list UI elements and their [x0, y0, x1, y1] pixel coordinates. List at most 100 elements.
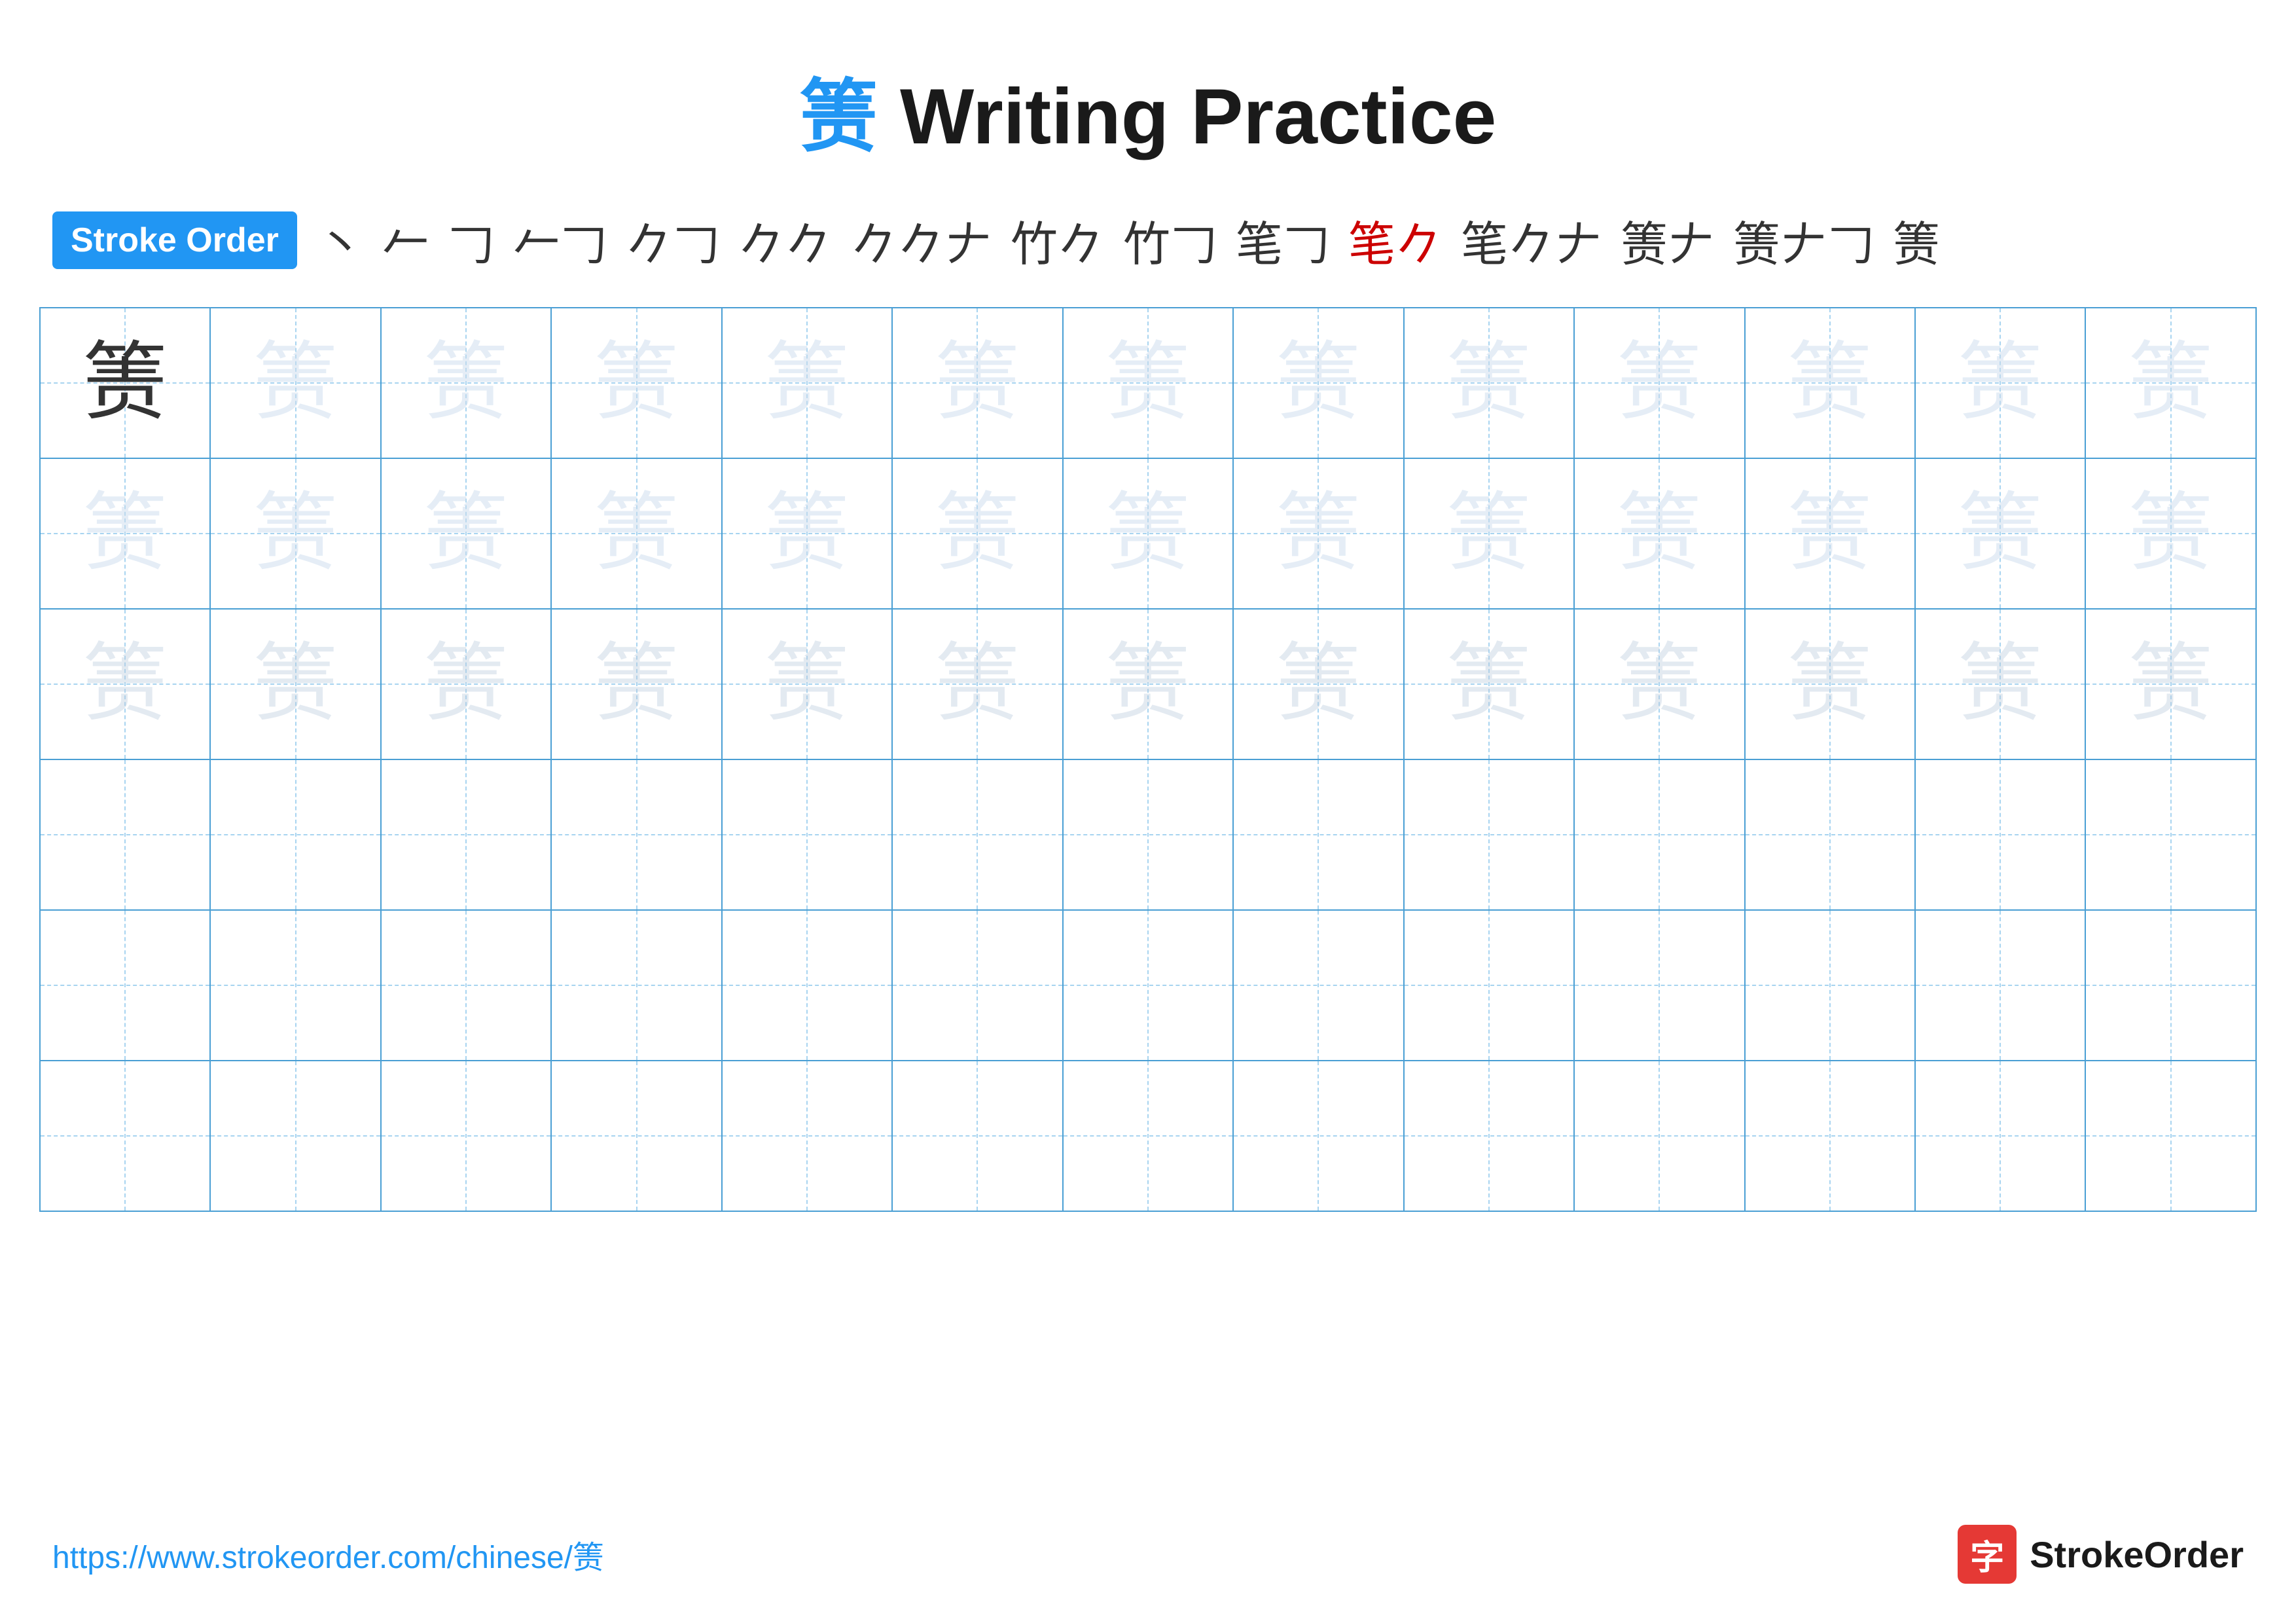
- cell-2-9[interactable]: 箦: [1404, 458, 1574, 609]
- stroke-5: 𠂊𠃌: [626, 206, 720, 274]
- empty-cell-4-9[interactable]: [1404, 759, 1574, 910]
- cell-3-6[interactable]: 箦: [892, 609, 1062, 759]
- cell-1-5[interactable]: 箦: [722, 308, 892, 458]
- char-light: 箦: [82, 491, 168, 576]
- cell-1-4[interactable]: 箦: [551, 308, 721, 458]
- empty-cell-5-4[interactable]: [551, 910, 721, 1061]
- cell-1-8[interactable]: 箦: [1233, 308, 1403, 458]
- cell-3-13[interactable]: 箦: [2085, 609, 2256, 759]
- char-light: 箦: [1105, 491, 1191, 576]
- cell-2-8[interactable]: 箦: [1233, 458, 1403, 609]
- empty-cell-5-10[interactable]: [1574, 910, 1744, 1061]
- empty-cell-4-11[interactable]: [1745, 759, 1915, 910]
- cell-3-3[interactable]: 箦: [381, 609, 551, 759]
- empty-cell-5-12[interactable]: [1915, 910, 2085, 1061]
- cell-1-9[interactable]: 箦: [1404, 308, 1574, 458]
- footer-url[interactable]: https://www.strokeorder.com/chinese/箦: [52, 1531, 604, 1577]
- practice-row-1: 箦 箦 箦 箦 箦 箦 箦 箦 箦 箦 箦 箦 箦: [40, 308, 2256, 458]
- empty-cell-5-7[interactable]: [1063, 910, 1233, 1061]
- empty-cell-6-4[interactable]: [551, 1061, 721, 1211]
- stroke-3: 𠃌: [448, 206, 495, 274]
- empty-cell-6-9[interactable]: [1404, 1061, 1574, 1211]
- empty-cell-4-5[interactable]: [722, 759, 892, 910]
- empty-cell-4-10[interactable]: [1574, 759, 1744, 910]
- cell-2-10[interactable]: 箦: [1574, 458, 1744, 609]
- empty-cell-6-1[interactable]: [40, 1061, 210, 1211]
- title-chinese-char: 箦: [800, 73, 878, 160]
- empty-cell-4-7[interactable]: [1063, 759, 1233, 910]
- cell-2-6[interactable]: 箦: [892, 458, 1062, 609]
- empty-cell-6-6[interactable]: [892, 1061, 1062, 1211]
- cell-1-1[interactable]: 箦: [40, 308, 210, 458]
- empty-cell-4-4[interactable]: [551, 759, 721, 910]
- cell-1-2[interactable]: 箦: [210, 308, 380, 458]
- cell-2-3[interactable]: 箦: [381, 458, 551, 609]
- empty-cell-6-5[interactable]: [722, 1061, 892, 1211]
- empty-cell-5-9[interactable]: [1404, 910, 1574, 1061]
- cell-2-4[interactable]: 箦: [551, 458, 721, 609]
- empty-cell-4-8[interactable]: [1233, 759, 1403, 910]
- cell-3-12[interactable]: 箦: [1915, 609, 2085, 759]
- empty-cell-4-1[interactable]: [40, 759, 210, 910]
- char-light: 箦: [1787, 491, 1873, 576]
- empty-cell-4-6[interactable]: [892, 759, 1062, 910]
- empty-cell-6-11[interactable]: [1745, 1061, 1915, 1211]
- cell-1-10[interactable]: 箦: [1574, 308, 1744, 458]
- page-title: 箦 Writing Practice: [0, 0, 2296, 192]
- empty-cell-5-8[interactable]: [1233, 910, 1403, 1061]
- cell-2-7[interactable]: 箦: [1063, 458, 1233, 609]
- cell-1-11[interactable]: 箦: [1745, 308, 1915, 458]
- empty-cell-6-7[interactable]: [1063, 1061, 1233, 1211]
- cell-1-7[interactable]: 箦: [1063, 308, 1233, 458]
- cell-3-7[interactable]: 箦: [1063, 609, 1233, 759]
- cell-1-13[interactable]: 箦: [2085, 308, 2256, 458]
- cell-2-11[interactable]: 箦: [1745, 458, 1915, 609]
- cell-2-1[interactable]: 箦: [40, 458, 210, 609]
- cell-3-10[interactable]: 箦: [1574, 609, 1744, 759]
- cell-2-2[interactable]: 箦: [210, 458, 380, 609]
- cell-1-12[interactable]: 箦: [1915, 308, 2085, 458]
- char-light: 箦: [423, 491, 509, 576]
- stroke-11: 笔𠂊: [1348, 206, 1443, 274]
- cell-3-9[interactable]: 箦: [1404, 609, 1574, 759]
- empty-cell-4-3[interactable]: [381, 759, 551, 910]
- cell-1-3[interactable]: 箦: [381, 308, 551, 458]
- char-medium: 箦: [1276, 642, 1361, 727]
- cell-2-13[interactable]: 箦: [2085, 458, 2256, 609]
- cell-2-5[interactable]: 箦: [722, 458, 892, 609]
- cell-3-5[interactable]: 箦: [722, 609, 892, 759]
- empty-cell-4-2[interactable]: [210, 759, 380, 910]
- empty-cell-5-5[interactable]: [722, 910, 892, 1061]
- char-medium: 箦: [82, 642, 168, 727]
- empty-cell-4-13[interactable]: [2085, 759, 2256, 910]
- cell-3-2[interactable]: 箦: [210, 609, 380, 759]
- char-medium: 箦: [1787, 642, 1873, 727]
- empty-cell-5-2[interactable]: [210, 910, 380, 1061]
- cell-2-12[interactable]: 箦: [1915, 458, 2085, 609]
- empty-cell-6-3[interactable]: [381, 1061, 551, 1211]
- char-light: 箦: [594, 491, 679, 576]
- char-light: 箦: [935, 491, 1020, 576]
- char-medium: 箦: [764, 642, 850, 727]
- char-light: 箦: [1958, 340, 2043, 426]
- empty-cell-6-8[interactable]: [1233, 1061, 1403, 1211]
- cell-3-1[interactable]: 箦: [40, 609, 210, 759]
- empty-cell-6-13[interactable]: [2085, 1061, 2256, 1211]
- empty-cell-5-6[interactable]: [892, 910, 1062, 1061]
- cell-3-4[interactable]: 箦: [551, 609, 721, 759]
- char-light: 箦: [423, 340, 509, 426]
- char-light: 箦: [1617, 491, 1702, 576]
- stroke-2: 𠂉: [382, 206, 429, 274]
- empty-cell-6-2[interactable]: [210, 1061, 380, 1211]
- empty-cell-4-12[interactable]: [1915, 759, 2085, 910]
- empty-cell-6-12[interactable]: [1915, 1061, 2085, 1211]
- cell-3-8[interactable]: 箦: [1233, 609, 1403, 759]
- cell-3-11[interactable]: 箦: [1745, 609, 1915, 759]
- cell-1-6[interactable]: 箦: [892, 308, 1062, 458]
- empty-cell-5-13[interactable]: [2085, 910, 2256, 1061]
- empty-cell-5-11[interactable]: [1745, 910, 1915, 1061]
- empty-cell-5-1[interactable]: [40, 910, 210, 1061]
- empty-cell-6-10[interactable]: [1574, 1061, 1744, 1211]
- practice-row-3: 箦 箦 箦 箦 箦 箦 箦 箦 箦 箦 箦 箦 箦: [40, 609, 2256, 759]
- empty-cell-5-3[interactable]: [381, 910, 551, 1061]
